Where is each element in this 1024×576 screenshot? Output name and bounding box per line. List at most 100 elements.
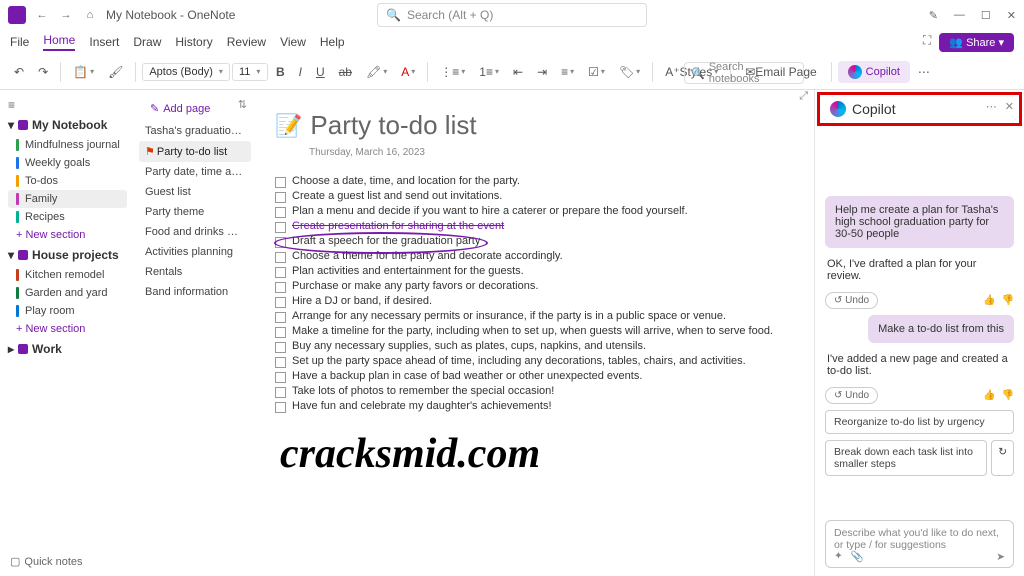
search-notebooks-input[interactable]: 🔍 Search notebooks <box>684 62 804 84</box>
todo-item[interactable]: Hire a DJ or band, if desired. <box>275 294 794 309</box>
copilot-suggestion[interactable]: Reorganize to-do list by urgency <box>825 410 1014 434</box>
checkbox-icon[interactable] <box>275 312 286 323</box>
sparkle-icon[interactable]: ✦ <box>834 550 843 563</box>
menu-insert[interactable]: Insert <box>89 35 119 49</box>
menu-history[interactable]: History <box>175 35 212 49</box>
bold-button[interactable]: B <box>270 61 291 83</box>
thumbs-up-icon[interactable]: 👍 <box>983 295 995 306</box>
section-play-room[interactable]: Play room <box>8 302 127 320</box>
new-section-button[interactable]: + New section <box>8 226 127 244</box>
share-button[interactable]: 👥 Share ▾ <box>939 33 1014 52</box>
todo-item[interactable]: Take lots of photos to remember the spec… <box>275 384 794 399</box>
page-item[interactable]: Party date, time and locat... <box>139 162 251 182</box>
expand-icon[interactable]: ⤢ <box>799 90 808 103</box>
section-recipes[interactable]: Recipes <box>8 208 127 226</box>
todo-tag-button[interactable]: ☑▾ <box>582 61 611 83</box>
todo-item[interactable]: Make a timeline for the party, including… <box>275 324 794 339</box>
section-family[interactable]: Family <box>8 190 127 208</box>
copilot-undo-button[interactable]: ↺ Undo <box>825 387 878 404</box>
checkbox-icon[interactable] <box>275 402 286 413</box>
bullets-button[interactable]: ⋮≡▾ <box>434 61 471 83</box>
minimize-icon[interactable]: — <box>954 9 965 22</box>
todo-item[interactable]: Purchase or make any party favors or dec… <box>275 279 794 294</box>
fullscreen-icon[interactable]: ⛶ <box>923 33 931 52</box>
checkbox-icon[interactable] <box>275 177 286 188</box>
sort-pages-icon[interactable]: ⇅ <box>238 98 247 119</box>
thumbs-down-icon[interactable]: 👎 <box>1002 390 1014 401</box>
close-icon[interactable]: ✕ <box>1007 9 1016 22</box>
page-item[interactable]: ⚑Party to-do list <box>139 141 251 162</box>
indent-button[interactable]: ⇥ <box>531 61 553 83</box>
checkbox-icon[interactable] <box>275 387 286 398</box>
copilot-close-icon[interactable]: ✕ <box>1005 100 1014 113</box>
todo-item[interactable]: Have a backup plan in case of bad weathe… <box>275 369 794 384</box>
copilot-ribbon-button[interactable]: Copilot <box>838 61 910 83</box>
todo-item[interactable]: Set up the party space ahead of time, in… <box>275 354 794 369</box>
section-mindfulness-journal[interactable]: Mindfulness journal <box>8 136 127 154</box>
menu-file[interactable]: File <box>10 35 29 49</box>
page-item[interactable]: Party theme <box>139 202 251 222</box>
outdent-button[interactable]: ⇤ <box>507 61 529 83</box>
menu-view[interactable]: View <box>280 35 306 49</box>
notebook-work[interactable]: ▸ Work <box>8 338 127 360</box>
menu-review[interactable]: Review <box>227 35 266 49</box>
page-item[interactable]: Activities planning <box>139 242 251 262</box>
underline-button[interactable]: U <box>310 61 331 83</box>
todo-item[interactable]: Choose a date, time, and location for th… <box>275 174 794 189</box>
redo-button[interactable]: ↷ <box>32 61 54 83</box>
strikethrough-button[interactable]: ab <box>333 61 358 83</box>
checkbox-icon[interactable] <box>275 267 286 278</box>
checkbox-icon[interactable] <box>275 357 286 368</box>
refresh-suggestions-icon[interactable]: ↻ <box>991 440 1014 476</box>
checkbox-icon[interactable] <box>275 342 286 353</box>
page-item[interactable]: Band information <box>139 282 251 302</box>
notebook-house-projects[interactable]: ▾ House projects <box>8 244 127 266</box>
attach-icon[interactable]: 📎 <box>851 550 864 563</box>
copilot-suggestion[interactable]: Break down each task list into smaller s… <box>825 440 987 476</box>
copilot-input[interactable]: Describe what you'd like to do next, or … <box>825 520 1014 568</box>
copilot-more-icon[interactable]: ⋯ <box>986 100 997 113</box>
todo-item[interactable]: Have fun and celebrate my daughter's ach… <box>275 399 794 414</box>
more-button[interactable]: ⋯ <box>912 61 936 83</box>
todo-item[interactable]: Draft a speech for the graduation party <box>275 234 794 249</box>
section-kitchen-remodel[interactable]: Kitchen remodel <box>8 266 127 284</box>
checkbox-icon[interactable] <box>275 252 286 263</box>
checkbox-icon[interactable] <box>275 282 286 293</box>
todo-item[interactable]: Arrange for any necessary permits or ins… <box>275 309 794 324</box>
pen-icon[interactable]: ✎ <box>929 9 938 22</box>
page-title[interactable]: 📝 Party to-do list <box>275 110 794 141</box>
back-button[interactable]: ← <box>32 5 52 25</box>
font-name-select[interactable]: Aptos (Body)▾ <box>142 63 230 81</box>
todo-item[interactable]: Buy any necessary supplies, such as plat… <box>275 339 794 354</box>
forward-button[interactable]: → <box>56 5 76 25</box>
page-item[interactable]: Tasha's graduation par... <box>139 121 251 141</box>
format-painter-button[interactable]: 🖌 <box>102 61 129 83</box>
page-item[interactable]: Rentals <box>139 262 251 282</box>
clipboard-button[interactable]: 📋▾ <box>67 61 100 83</box>
checkbox-icon[interactable] <box>275 222 286 233</box>
tag-button[interactable]: 🏷▾ <box>613 61 646 83</box>
menu-home[interactable]: Home <box>43 33 75 51</box>
numbering-button[interactable]: 1≡▾ <box>473 61 505 83</box>
checkbox-icon[interactable] <box>275 297 286 308</box>
italic-button[interactable]: I <box>293 61 308 83</box>
checkbox-icon[interactable] <box>275 192 286 203</box>
menu-help[interactable]: Help <box>320 35 345 49</box>
highlight-button[interactable]: 🖍▾ <box>360 61 393 83</box>
checkbox-icon[interactable] <box>275 207 286 218</box>
undo-button[interactable]: ↶ <box>8 61 30 83</box>
todo-item[interactable]: Create a guest list and send out invitat… <box>275 189 794 204</box>
new-section-button[interactable]: + New section <box>8 320 127 338</box>
page-item[interactable]: Guest list <box>139 182 251 202</box>
send-icon[interactable]: ➤ <box>996 551 1005 563</box>
copilot-undo-button[interactable]: ↺ Undo <box>825 292 878 309</box>
notebook-my-notebook[interactable]: ▾ My Notebook <box>8 114 127 136</box>
menu-draw[interactable]: Draw <box>133 35 161 49</box>
maximize-icon[interactable]: ☐ <box>981 9 991 22</box>
home-icon[interactable]: ⌂ <box>80 5 100 25</box>
section-to-dos[interactable]: To-dos <box>8 172 127 190</box>
font-size-select[interactable]: 11▾ <box>232 63 268 81</box>
font-color-button[interactable]: A▾ <box>395 61 421 83</box>
quick-notes-button[interactable]: ▢ Quick notes <box>10 555 83 568</box>
section-weekly-goals[interactable]: Weekly goals <box>8 154 127 172</box>
